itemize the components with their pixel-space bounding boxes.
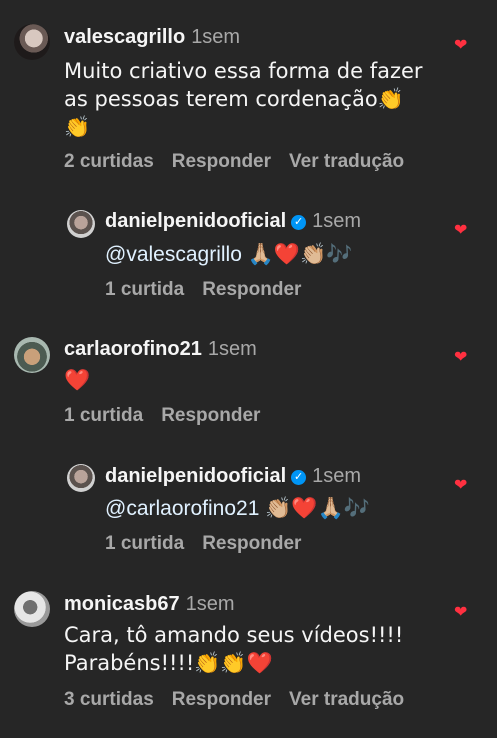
comment-header: monicasb67 1sem <box>64 593 235 616</box>
reply-button[interactable]: Responder <box>202 279 301 300</box>
verified-badge-icon: ✓ <box>291 215 307 230</box>
likes-count[interactable]: 1 curtida <box>64 405 143 426</box>
timestamp: 1sem <box>185 593 235 615</box>
verified-badge-icon: ✓ <box>291 470 307 485</box>
avatar[interactable] <box>14 24 50 60</box>
likes-count[interactable]: 1 curtida <box>105 279 184 300</box>
comment-text-line: Muito criativo essa forma de fazer <box>64 59 423 83</box>
comment-actions: 1 curtida Responder <box>105 533 319 555</box>
avatar[interactable] <box>14 591 50 627</box>
mention-link[interactable]: @valescagrillo <box>105 243 242 266</box>
emoji-text: 👏🏼❤️🙏🏼🎶 <box>265 496 370 520</box>
heart-icon[interactable]: ❤ <box>454 350 468 366</box>
translate-button[interactable]: Ver tradução <box>289 151 404 172</box>
reply-button[interactable]: Responder <box>172 689 271 710</box>
comment-text: ❤️ <box>64 368 91 392</box>
comment-header: valescagrillo 1sem <box>64 26 240 49</box>
comment-header: danielpenidooficial ✓ 1sem <box>105 210 361 233</box>
comment-text-line: 👏 <box>64 115 91 139</box>
heart-icon[interactable]: ❤ <box>454 223 468 239</box>
comment-text-line: as pessoas terem cordenação👏 <box>64 87 404 111</box>
timestamp: 1sem <box>312 210 362 232</box>
avatar[interactable] <box>67 464 95 492</box>
translate-button[interactable]: Ver tradução <box>289 689 404 710</box>
comment-actions: 1 curtida Responder <box>64 405 278 427</box>
likes-count[interactable]: 1 curtida <box>105 533 184 554</box>
heart-icon[interactable]: ❤ <box>454 478 468 494</box>
heart-icon[interactable]: ❤ <box>454 38 468 54</box>
comment-header: carlaorofino21 1sem <box>64 338 257 361</box>
likes-count[interactable]: 3 curtidas <box>64 689 154 710</box>
comment-text: Muito criativo essa forma de fazer as pe… <box>64 57 423 141</box>
comment-header: danielpenidooficial ✓ 1sem <box>105 465 361 488</box>
likes-count[interactable]: 2 curtidas <box>64 151 154 172</box>
comment-actions: 1 curtida Responder <box>105 279 319 301</box>
username[interactable]: monicasb67 <box>64 593 180 615</box>
avatar[interactable] <box>67 210 95 238</box>
reply-button[interactable]: Responder <box>202 533 301 554</box>
mention-link[interactable]: @carlaorofino21 <box>105 497 259 520</box>
comment-actions: 2 curtidas Responder Ver tradução <box>64 151 422 173</box>
heart-icon[interactable]: ❤ <box>454 605 468 621</box>
username[interactable]: valescagrillo <box>64 26 185 48</box>
timestamp: 1sem <box>191 26 241 48</box>
reply-button[interactable]: Responder <box>161 405 260 426</box>
username[interactable]: danielpenidooficial <box>105 210 286 232</box>
comment-text: Cara, tô amando seus vídeos!!!! Parabéns… <box>64 621 403 677</box>
comment-actions: 3 curtidas Responder Ver tradução <box>64 689 422 711</box>
comment-text: @valescagrillo 🙏🏼❤️👏🏼🎶 <box>105 240 352 269</box>
reply-button[interactable]: Responder <box>172 151 271 172</box>
comment-text: @carlaorofino21 👏🏼❤️🙏🏼🎶 <box>105 494 370 523</box>
username[interactable]: danielpenidooficial <box>105 465 286 487</box>
timestamp: 1sem <box>312 465 362 487</box>
username[interactable]: carlaorofino21 <box>64 338 202 360</box>
emoji-text: 🙏🏼❤️👏🏼🎶 <box>247 242 353 266</box>
comment-text-line: Parabéns!!!!👏👏❤️ <box>64 651 273 675</box>
comment-text-line: Cara, tô amando seus vídeos!!!! <box>64 623 404 647</box>
avatar[interactable] <box>14 337 50 373</box>
timestamp: 1sem <box>207 338 257 360</box>
